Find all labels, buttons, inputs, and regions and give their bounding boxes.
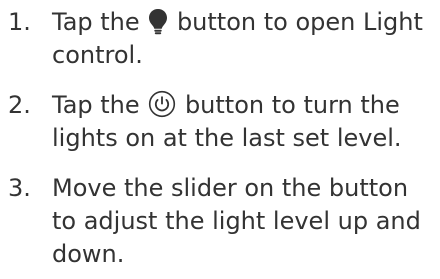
step-text-line: lights on at the last set level. (52, 124, 402, 152)
step-number: 3. (8, 174, 31, 202)
step-text-line: control. (52, 41, 143, 69)
step-text-line: down. (52, 240, 125, 268)
step-number: 2. (8, 91, 31, 119)
step-text-line: to adjust the light level up and (52, 207, 421, 235)
step-text: Tap the button to open Light control. (52, 6, 438, 72)
step-text-line: Tap the button to open Light (52, 8, 423, 36)
step-number: 1. (8, 8, 31, 36)
step-text: Tap the button to turn the lights on at … (52, 89, 438, 155)
power-icon (148, 90, 176, 118)
step-text: Move the slider on the button to adjust … (52, 172, 438, 271)
step-text-fragment: Tap the (52, 91, 140, 119)
step-text-fragment: button to open Light (176, 8, 423, 36)
step-text-line: Move the slider on the button (52, 174, 409, 202)
step-text-fragment: Tap the (52, 8, 140, 36)
step-text-line: Tap the button to turn the (52, 90, 400, 119)
step-text-fragment: button to turn the (184, 91, 400, 119)
lightbulb-icon (148, 8, 168, 35)
